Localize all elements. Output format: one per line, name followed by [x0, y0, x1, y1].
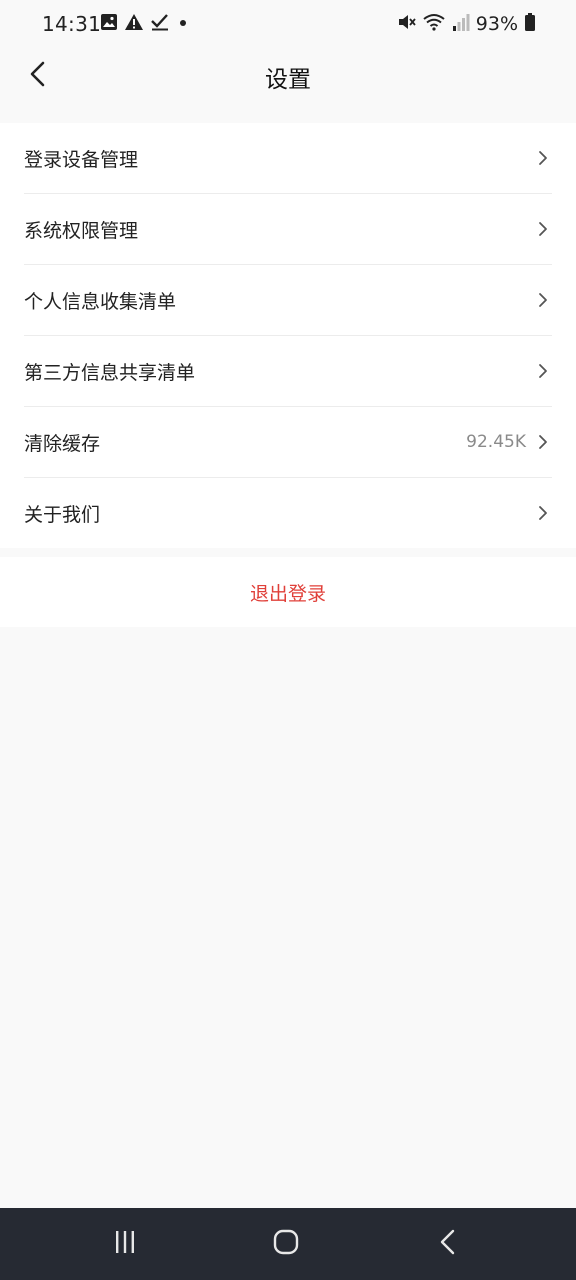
settings-list: 登录设备管理 系统权限管理 个人信息收集清单 第三方信息共享清单 清除缓存 92…: [0, 123, 576, 548]
settings-item-label: 个人信息收集清单: [24, 290, 177, 313]
chevron-right-icon: [536, 149, 550, 167]
chevron-right-icon: [536, 504, 550, 522]
settings-item-label: 关于我们: [24, 503, 101, 526]
status-time: 14:31: [42, 12, 102, 36]
wifi-icon: [422, 12, 446, 36]
settings-item-label: 第三方信息共享清单: [24, 361, 196, 384]
battery-percentage: 93%: [475, 13, 518, 35]
gallery-icon: [100, 13, 118, 35]
chevron-right-icon: [536, 362, 550, 380]
app-bar: 设置: [0, 48, 576, 106]
back-icon: [437, 1228, 459, 1260]
checkmark-icon: [150, 13, 170, 35]
settings-item-login-devices[interactable]: 登录设备管理: [24, 123, 552, 194]
settings-item-system-permissions[interactable]: 系统权限管理: [24, 194, 552, 265]
settings-item-personal-info-list[interactable]: 个人信息收集清单: [24, 265, 552, 336]
recent-apps-button[interactable]: [85, 1208, 165, 1280]
page-title: 设置: [265, 67, 311, 93]
settings-item-label: 系统权限管理: [24, 219, 139, 242]
settings-item-clear-cache[interactable]: 清除缓存 92.45K: [24, 407, 552, 478]
settings-item-label: 登录设备管理: [24, 148, 139, 171]
signal-icon: [452, 12, 470, 36]
logout-button[interactable]: 退出登录: [0, 557, 576, 627]
settings-item-about-us[interactable]: 关于我们: [24, 478, 552, 548]
chevron-right-icon: [536, 220, 550, 238]
status-notification-icons: [100, 14, 190, 34]
settings-item-third-party-sharing[interactable]: 第三方信息共享清单: [24, 336, 552, 407]
chevron-right-icon: [536, 291, 550, 309]
warning-icon: [124, 13, 144, 35]
chevron-right-icon: [536, 433, 550, 451]
home-button[interactable]: [246, 1208, 326, 1280]
battery-icon: [524, 12, 536, 36]
mute-icon: [396, 12, 416, 36]
logout-label: 退出登录: [249, 582, 326, 605]
status-bar: 14:31 93%: [0, 0, 576, 48]
nav-back-button[interactable]: [408, 1208, 488, 1280]
dot-icon: [176, 13, 190, 35]
system-nav-bar: [0, 1208, 576, 1280]
home-icon: [272, 1228, 300, 1260]
settings-item-label: 清除缓存: [24, 432, 101, 455]
cache-size-value: 92.45K: [466, 432, 526, 452]
status-system-icons: 93%: [396, 12, 536, 36]
recent-apps-icon: [112, 1229, 138, 1259]
